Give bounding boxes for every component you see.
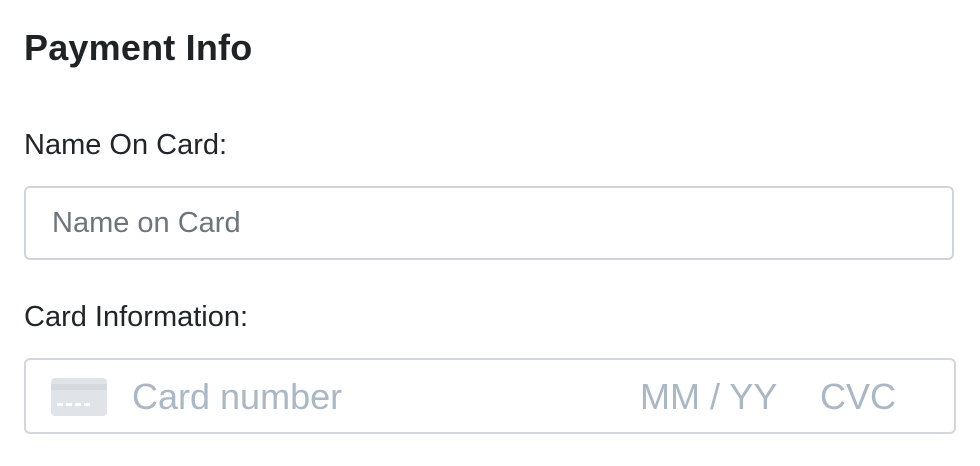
page-title: Payment Info — [24, 27, 253, 68]
name-on-card-input[interactable] — [24, 186, 954, 260]
payment-form: Payment Info Name On Card: Card Informat… — [0, 0, 980, 466]
card-cvc-field[interactable]: CVC — [820, 376, 896, 417]
card-element[interactable]: Card number MM / YY CVC — [24, 358, 956, 434]
card-number-field[interactable]: Card number — [132, 376, 342, 417]
name-on-card-label: Name On Card: — [24, 129, 228, 161]
card-information-label: Card Information: — [24, 301, 249, 333]
credit-card-icon — [51, 378, 107, 416]
card-expiry-field[interactable]: MM / YY — [640, 376, 777, 417]
